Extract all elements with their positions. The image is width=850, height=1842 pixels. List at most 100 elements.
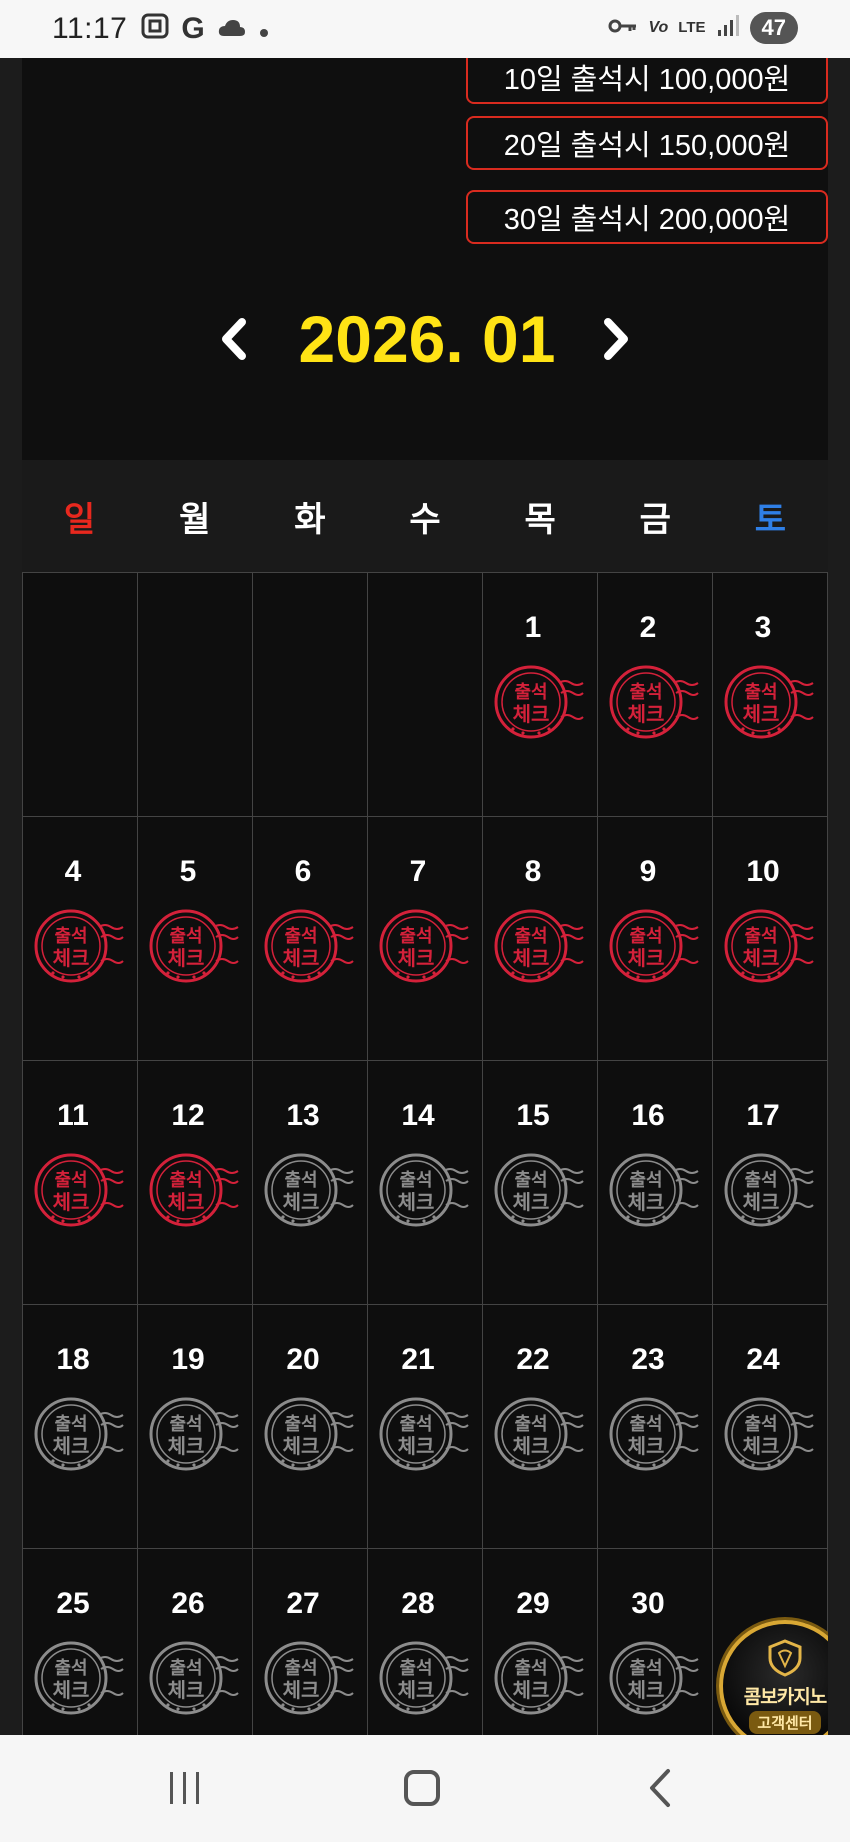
chevron-left-icon xyxy=(222,318,246,360)
stamp-text-line2: 체크 xyxy=(628,946,665,970)
calendar-day-cell[interactable]: 26 출석 체크 xyxy=(138,1549,253,1735)
day-number: 3 xyxy=(754,611,772,644)
attendance-stamp-checked-icon: 출석 체크 xyxy=(493,903,585,989)
day-number: 15 xyxy=(516,1099,550,1132)
key-icon xyxy=(608,17,638,40)
calendar-day-cell[interactable]: 18 출석 체크 xyxy=(23,1305,138,1549)
calendar-day-cell[interactable]: 22 출석 체크 xyxy=(483,1305,598,1549)
home-button[interactable] xyxy=(392,1763,452,1813)
prev-month-button[interactable] xyxy=(212,314,256,364)
stamp-text-line1: 출석 xyxy=(744,926,777,947)
stamp-text-line2: 체크 xyxy=(513,702,550,726)
attendance-stamp-checked-icon: 출석 체크 xyxy=(33,903,125,989)
calendar-day-cell[interactable]: 2 출석 체크 xyxy=(598,573,713,817)
attendance-stamp-checked-icon: 출석 체크 xyxy=(723,659,815,745)
day-number: 1 xyxy=(524,611,542,644)
day-number: 18 xyxy=(56,1343,90,1376)
day-number: 25 xyxy=(56,1587,90,1620)
status-left-icons: G xyxy=(141,12,268,46)
calendar-day-cell[interactable]: 28 출석 체크 xyxy=(368,1549,483,1735)
stamp-text-line2: 체크 xyxy=(398,1678,435,1702)
next-month-button[interactable] xyxy=(594,314,638,364)
stamp-text-line1: 출석 xyxy=(399,1170,432,1191)
calendar-day-cell[interactable]: 14 출석 체크 xyxy=(368,1061,483,1305)
stamp-text-line1: 출석 xyxy=(54,1658,87,1679)
calendar-day-cell[interactable]: 12 출석 체크 xyxy=(138,1061,253,1305)
attendance-stamp-checked-icon: 출석 체크 xyxy=(263,903,355,989)
calendar-day-cell[interactable]: 10 출석 체크 xyxy=(713,817,828,1061)
calendar-day-cell[interactable]: 27 출석 체크 xyxy=(253,1549,368,1735)
calendar-day-cell[interactable]: 25 출석 체크 xyxy=(23,1549,138,1735)
calendar-day-cell[interactable]: 24 출석 체크 xyxy=(713,1305,828,1549)
customer-center-label: 고객센터 xyxy=(749,1711,821,1734)
attendance-header: 10일 출석시 100,000원 20일 출석시 150,000원 30일 출석… xyxy=(22,58,828,460)
cloud-icon xyxy=(217,14,247,45)
calendar-day-cell[interactable]: 17 출석 체크 xyxy=(713,1061,828,1305)
calendar-day-cell[interactable]: 13 출석 체크 xyxy=(253,1061,368,1305)
calendar-day-cell[interactable]: 23 출석 체크 xyxy=(598,1305,713,1549)
calendar-day-cell[interactable]: 15 출석 체크 xyxy=(483,1061,598,1305)
stamp-text-line1: 출석 xyxy=(399,1414,432,1435)
stamp-text-line1: 출석 xyxy=(54,926,87,947)
day-number: 22 xyxy=(516,1343,550,1376)
day-number: 10 xyxy=(746,855,780,888)
stamp-text-line1: 출석 xyxy=(284,1658,317,1679)
attendance-stamp-checked-icon: 출석 체크 xyxy=(608,903,700,989)
battery-icon: 47 xyxy=(749,12,798,44)
weekday-fri: 금 xyxy=(639,500,671,539)
calendar-day-cell[interactable]: 9 출석 체크 xyxy=(598,817,713,1061)
google-icon: G xyxy=(181,12,205,45)
stamp-text-line2: 체크 xyxy=(513,1678,550,1702)
calendar-day-cell[interactable]: 1 출석 체크 xyxy=(483,573,598,817)
calendar-day-cell[interactable]: 4 출석 체크 xyxy=(23,817,138,1061)
calendar-day-cell[interactable]: 19 출석 체크 xyxy=(138,1305,253,1549)
day-number: 24 xyxy=(746,1343,780,1376)
stamp-text-line1: 출석 xyxy=(514,1170,547,1191)
day-number: 27 xyxy=(286,1587,320,1620)
attendance-stamp-checked-icon: 출석 체크 xyxy=(148,1147,240,1233)
attendance-stamp-unchecked-icon: 출석 체크 xyxy=(608,1391,700,1477)
month-navigation: 2026. 01 xyxy=(22,294,828,384)
calendar-day-cell[interactable]: 8 출석 체크 xyxy=(483,817,598,1061)
recent-apps-button[interactable] xyxy=(154,1763,214,1813)
lte-icon: LTE xyxy=(678,19,706,36)
calendar-day-cell[interactable]: 29 출석 체크 xyxy=(483,1549,598,1735)
stamp-text-line2: 체크 xyxy=(283,1434,320,1458)
weekday-wed: 수 xyxy=(409,500,441,539)
calendar-day-cell[interactable]: 5 출석 체크 xyxy=(138,817,253,1061)
calendar-day-cell[interactable]: 30 출석 체크 xyxy=(598,1549,713,1735)
attendance-stamp-unchecked-icon: 출석 체크 xyxy=(148,1635,240,1721)
day-number: 16 xyxy=(631,1099,665,1132)
day-number: 23 xyxy=(631,1343,665,1376)
reward-30-days: 30일 출석시 200,000원 xyxy=(466,190,828,244)
month-label: 2026. 01 xyxy=(298,302,556,376)
stamp-text-line2: 체크 xyxy=(53,1678,90,1702)
calendar-day-cell[interactable]: 20 출석 체크 xyxy=(253,1305,368,1549)
stamp-text-line2: 체크 xyxy=(168,946,205,970)
calendar-day-cell[interactable]: 11 출석 체크 xyxy=(23,1061,138,1305)
weekday-sat: 토 xyxy=(754,500,787,539)
attendance-stamp-unchecked-icon: 출석 체크 xyxy=(148,1391,240,1477)
back-button[interactable] xyxy=(630,1763,690,1813)
calendar-day-cell[interactable]: 6 출석 체크 xyxy=(253,817,368,1061)
dot-icon xyxy=(259,14,269,45)
stamp-text-line1: 출석 xyxy=(629,1414,662,1435)
stamp-text-line2: 체크 xyxy=(398,1190,435,1214)
attendance-stamp-unchecked-icon: 출석 체크 xyxy=(493,1147,585,1233)
stamp-text-line2: 체크 xyxy=(628,1190,665,1214)
calendar-day-cell[interactable]: 3 출석 체크 xyxy=(713,573,828,817)
back-icon xyxy=(650,1769,670,1807)
attendance-stamp-checked-icon: 출석 체크 xyxy=(378,903,470,989)
stamp-text-line2: 체크 xyxy=(513,946,550,970)
stamp-text-line1: 출석 xyxy=(629,1170,662,1191)
calendar-day-cell[interactable]: 16 출석 체크 xyxy=(598,1061,713,1305)
reward-20-days: 20일 출석시 150,000원 xyxy=(466,116,828,170)
calendar-empty-cell xyxy=(368,573,483,817)
calendar-day-cell[interactable]: 7 출석 체크 xyxy=(368,817,483,1061)
stamp-text-line1: 출석 xyxy=(399,926,432,947)
stamp-text-line1: 출석 xyxy=(169,1658,202,1679)
weekday-header: 일 월 화 수 목 금 토 xyxy=(22,460,828,572)
calendar-day-cell[interactable]: 21 출석 체크 xyxy=(368,1305,483,1549)
stamp-text-line2: 체크 xyxy=(283,1678,320,1702)
attendance-stamp-unchecked-icon: 출석 체크 xyxy=(723,1147,815,1233)
